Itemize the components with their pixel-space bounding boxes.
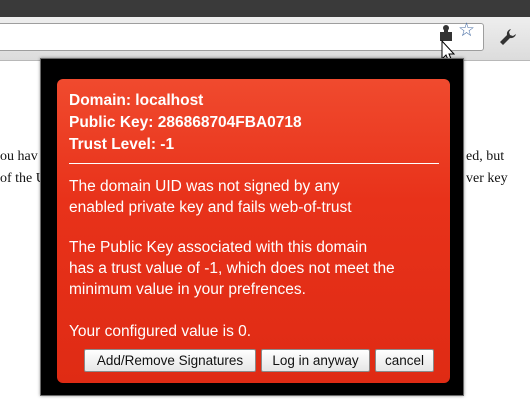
trust-level-line: Trust Level: -1 [69, 136, 175, 153]
page-text-fragment: ver key [466, 171, 508, 186]
page-text-fragment: of the U [0, 171, 46, 186]
domain-line: Domain: localhost [69, 92, 204, 109]
trust-message-line: minimum value in your prefrences. [69, 281, 306, 298]
public-key-line: Public Key: 286868704FBA0718 [69, 114, 302, 131]
cancel-button[interactable]: cancel [375, 349, 434, 372]
page-text-fragment: ed, but [466, 149, 505, 164]
uid-message-line: enabled private key and fails web-of-tru… [69, 199, 352, 216]
trust-warning-panel: Domain: localhost Public Key: 286868704F… [57, 79, 450, 383]
divider [69, 163, 439, 164]
trust-message-line: has a trust value of -1, which does not … [69, 260, 395, 277]
trust-message-line: The Public Key associated with this doma… [69, 239, 368, 256]
address-bar[interactable] [0, 23, 484, 51]
bookmark-star-icon[interactable]: ☆ [458, 21, 475, 41]
add-remove-signatures-button[interactable]: Add/Remove Signatures [84, 349, 256, 372]
uid-message-line: The domain UID was not signed by any [69, 178, 340, 195]
log-in-anyway-button[interactable]: Log in anyway [261, 349, 370, 372]
wrench-icon[interactable] [498, 27, 518, 47]
configured-value-text: Your configured value is 0. [69, 323, 252, 340]
page-text-fragment: ou hav [0, 149, 38, 164]
window-title-bar [0, 0, 530, 17]
